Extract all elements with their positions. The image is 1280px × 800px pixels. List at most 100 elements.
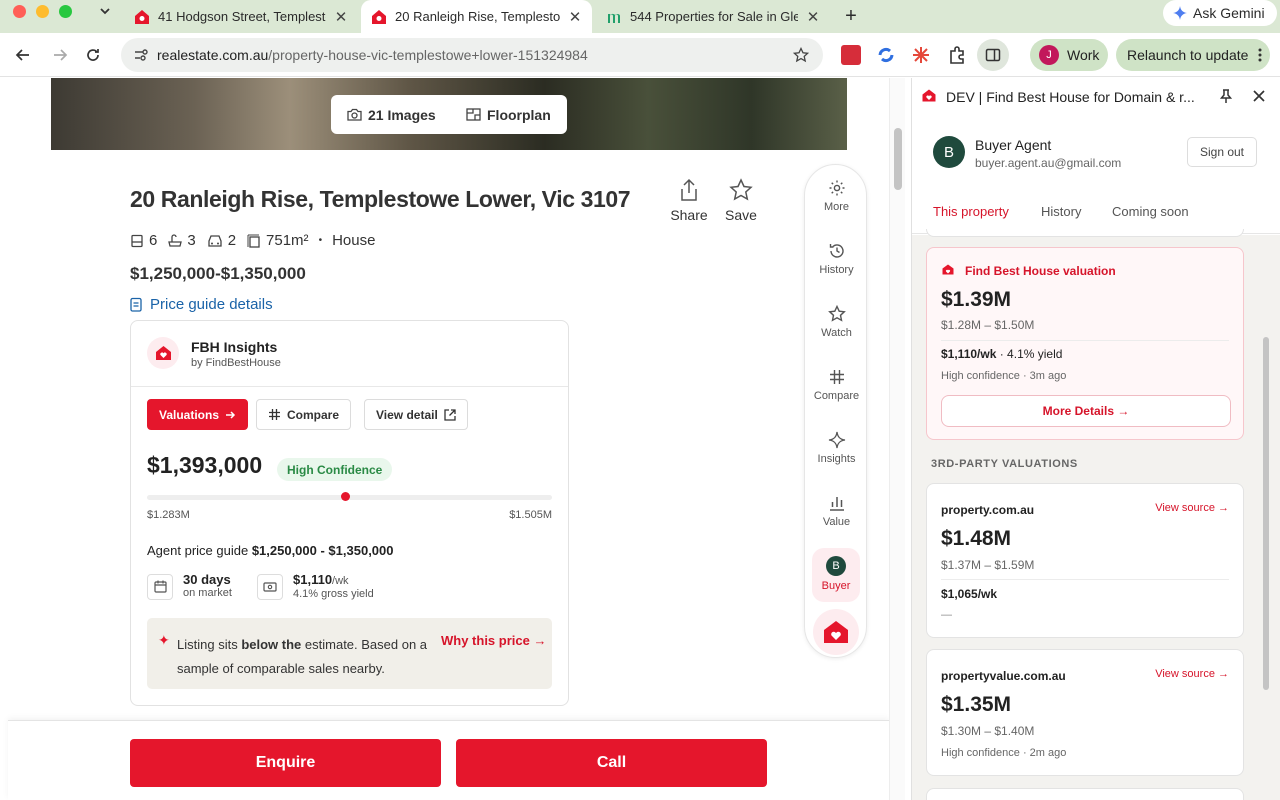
side-panel-button[interactable] bbox=[977, 39, 1009, 71]
fbh-launcher-button[interactable] bbox=[813, 609, 859, 655]
rent-value: $1,110 bbox=[293, 572, 333, 587]
page-scrollbar[interactable] bbox=[889, 78, 905, 800]
car-icon bbox=[208, 234, 222, 247]
extension-red-icon[interactable] bbox=[841, 45, 861, 65]
fbh-rent-value: $1,110/wk bbox=[941, 347, 997, 361]
close-icon[interactable] bbox=[1253, 90, 1265, 102]
bar-chart-icon bbox=[829, 497, 844, 511]
webpage: 21 Images Floorplan 20 Ranleigh Rise, Te… bbox=[0, 78, 905, 800]
source-range: $1.37M – $1.59M bbox=[941, 558, 1035, 572]
user-name: Buyer Agent bbox=[975, 137, 1052, 153]
call-button[interactable]: Call bbox=[456, 739, 767, 787]
tab-search-button[interactable] bbox=[93, 0, 117, 23]
rail-history[interactable]: History bbox=[805, 242, 868, 276]
rail-value[interactable]: Value bbox=[805, 494, 868, 528]
fbh-confidence: High confidence · 3m ago bbox=[941, 370, 1067, 382]
rail-buyer[interactable]: B Buyer bbox=[812, 548, 860, 602]
sign-out-button[interactable]: Sign out bbox=[1187, 137, 1257, 167]
minimize-window-button[interactable] bbox=[36, 5, 49, 18]
bookmark-star-icon[interactable] bbox=[793, 47, 809, 63]
divider bbox=[941, 340, 1229, 341]
view-detail-button[interactable]: View detail bbox=[364, 399, 468, 430]
side-panel-title: DEV | Find Best House for Domain & r... bbox=[946, 89, 1195, 105]
valuations-button[interactable]: Valuations bbox=[147, 399, 249, 430]
rail-compare[interactable]: Compare bbox=[805, 368, 868, 402]
url-host: realestate.com.au bbox=[157, 47, 269, 63]
pin-icon[interactable] bbox=[1220, 89, 1232, 104]
rail-watch[interactable]: Watch bbox=[805, 305, 868, 339]
tab-41-hodgson[interactable]: 41 Hodgson Street, Templestowe Lower ✕ bbox=[124, 0, 358, 33]
back-button[interactable] bbox=[11, 43, 35, 67]
price-guide-link[interactable]: Price guide details bbox=[130, 296, 273, 313]
close-tab-icon[interactable]: ✕ bbox=[334, 8, 348, 26]
url-path: /property-house-vic-templestowe+lower-15… bbox=[268, 47, 588, 63]
view-detail-label: View detail bbox=[376, 407, 438, 422]
more-details-button[interactable]: More Details → bbox=[941, 395, 1231, 427]
panel-scrollbar-thumb[interactable] bbox=[1263, 337, 1269, 690]
maximize-window-button[interactable] bbox=[59, 5, 72, 18]
images-button[interactable]: 21 Images bbox=[331, 95, 453, 134]
source-card-next bbox=[926, 788, 1244, 800]
rail-insights[interactable]: Insights bbox=[805, 431, 868, 465]
reload-button[interactable] bbox=[81, 43, 105, 67]
panel-scrollbar[interactable] bbox=[1260, 235, 1272, 800]
view-source-link[interactable]: View source → bbox=[1155, 668, 1229, 680]
tab-this-property[interactable]: This property bbox=[933, 204, 1009, 219]
source-confidence: High confidence · 2m ago bbox=[941, 747, 1067, 759]
close-tab-icon[interactable]: ✕ bbox=[806, 8, 820, 26]
relaunch-button[interactable]: Relaunch to update bbox=[1116, 39, 1270, 71]
gear-icon bbox=[829, 180, 844, 196]
bed-icon bbox=[131, 234, 143, 247]
note-line2: sample of comparable sales nearby. bbox=[177, 661, 385, 676]
view-source-link[interactable]: View source → bbox=[1155, 502, 1229, 514]
side-panel-header: DEV | Find Best House for Domain & r... bbox=[912, 78, 1280, 116]
tab-title: 41 Hodgson Street, Templestowe Lower bbox=[158, 9, 326, 24]
extensions-puzzle-icon[interactable] bbox=[947, 45, 967, 65]
new-tab-button[interactable]: + bbox=[838, 0, 864, 33]
site-info-icon[interactable] bbox=[134, 48, 148, 62]
why-this-price-link[interactable]: Why this price → bbox=[441, 633, 546, 648]
source-extra: — bbox=[941, 609, 952, 621]
source-range: $1.30M – $1.40M bbox=[941, 724, 1035, 738]
note-text: Listing sits below the estimate. Based o… bbox=[177, 633, 427, 681]
fbh-valuation-label: Find Best House valuation bbox=[965, 264, 1116, 278]
floorplan-button[interactable]: Floorplan bbox=[450, 95, 567, 134]
close-tab-icon[interactable]: ✕ bbox=[568, 8, 582, 26]
forward-button[interactable] bbox=[48, 43, 72, 67]
rail-more[interactable]: More bbox=[805, 179, 868, 213]
scrollbar-thumb[interactable] bbox=[894, 128, 902, 190]
insights-subtitle: by FindBestHouse bbox=[191, 357, 281, 369]
extension-starburst-icon[interactable] bbox=[911, 45, 931, 65]
cash-icon bbox=[257, 574, 283, 600]
land-size-icon bbox=[247, 234, 260, 248]
tab-544-properties[interactable]: 544 Properties for Sale in Glen Waverley… bbox=[596, 0, 830, 33]
tab-history[interactable]: History bbox=[1041, 204, 1081, 219]
profile-button[interactable]: J Work bbox=[1030, 39, 1108, 71]
calendar-icon bbox=[147, 573, 173, 600]
rent-unit: /wk bbox=[332, 575, 349, 587]
ask-gemini-button[interactable]: Ask Gemini bbox=[1163, 0, 1277, 26]
tab-title: 544 Properties for Sale in Glen Waverley bbox=[630, 9, 798, 24]
images-label: 21 Images bbox=[368, 106, 436, 123]
enquire-button[interactable]: Enquire bbox=[130, 739, 441, 787]
property-type: House bbox=[332, 232, 376, 249]
agent-guide-value: $1,250,000 - $1,350,000 bbox=[251, 543, 394, 558]
rail-value-label: Value bbox=[822, 516, 851, 528]
address-bar[interactable]: realestate.com.au/property-house-vic-tem… bbox=[121, 38, 823, 72]
share-icon bbox=[681, 178, 697, 201]
parking-count: 2 bbox=[227, 232, 237, 249]
tab-20-ranleigh[interactable]: 20 Ranleigh Rise, Templestowe Lower ✕ bbox=[361, 0, 592, 33]
bedrooms-count: 6 bbox=[149, 232, 158, 249]
bathrooms-count: 3 bbox=[187, 232, 196, 249]
property-photo[interactable]: 21 Images Floorplan bbox=[51, 78, 847, 150]
floorplan-label: Floorplan bbox=[487, 106, 551, 123]
days-label: on market bbox=[183, 587, 232, 599]
extension-blue-swirl-icon[interactable] bbox=[876, 45, 896, 65]
camera-icon bbox=[347, 108, 362, 121]
tab-coming-soon[interactable]: Coming soon bbox=[1112, 204, 1189, 219]
share-button[interactable]: Share bbox=[670, 178, 708, 223]
valuations-label: Valuations bbox=[159, 407, 220, 422]
compare-button[interactable]: Compare bbox=[256, 399, 352, 430]
save-button[interactable]: Save bbox=[723, 178, 759, 223]
close-window-button[interactable] bbox=[13, 5, 26, 18]
